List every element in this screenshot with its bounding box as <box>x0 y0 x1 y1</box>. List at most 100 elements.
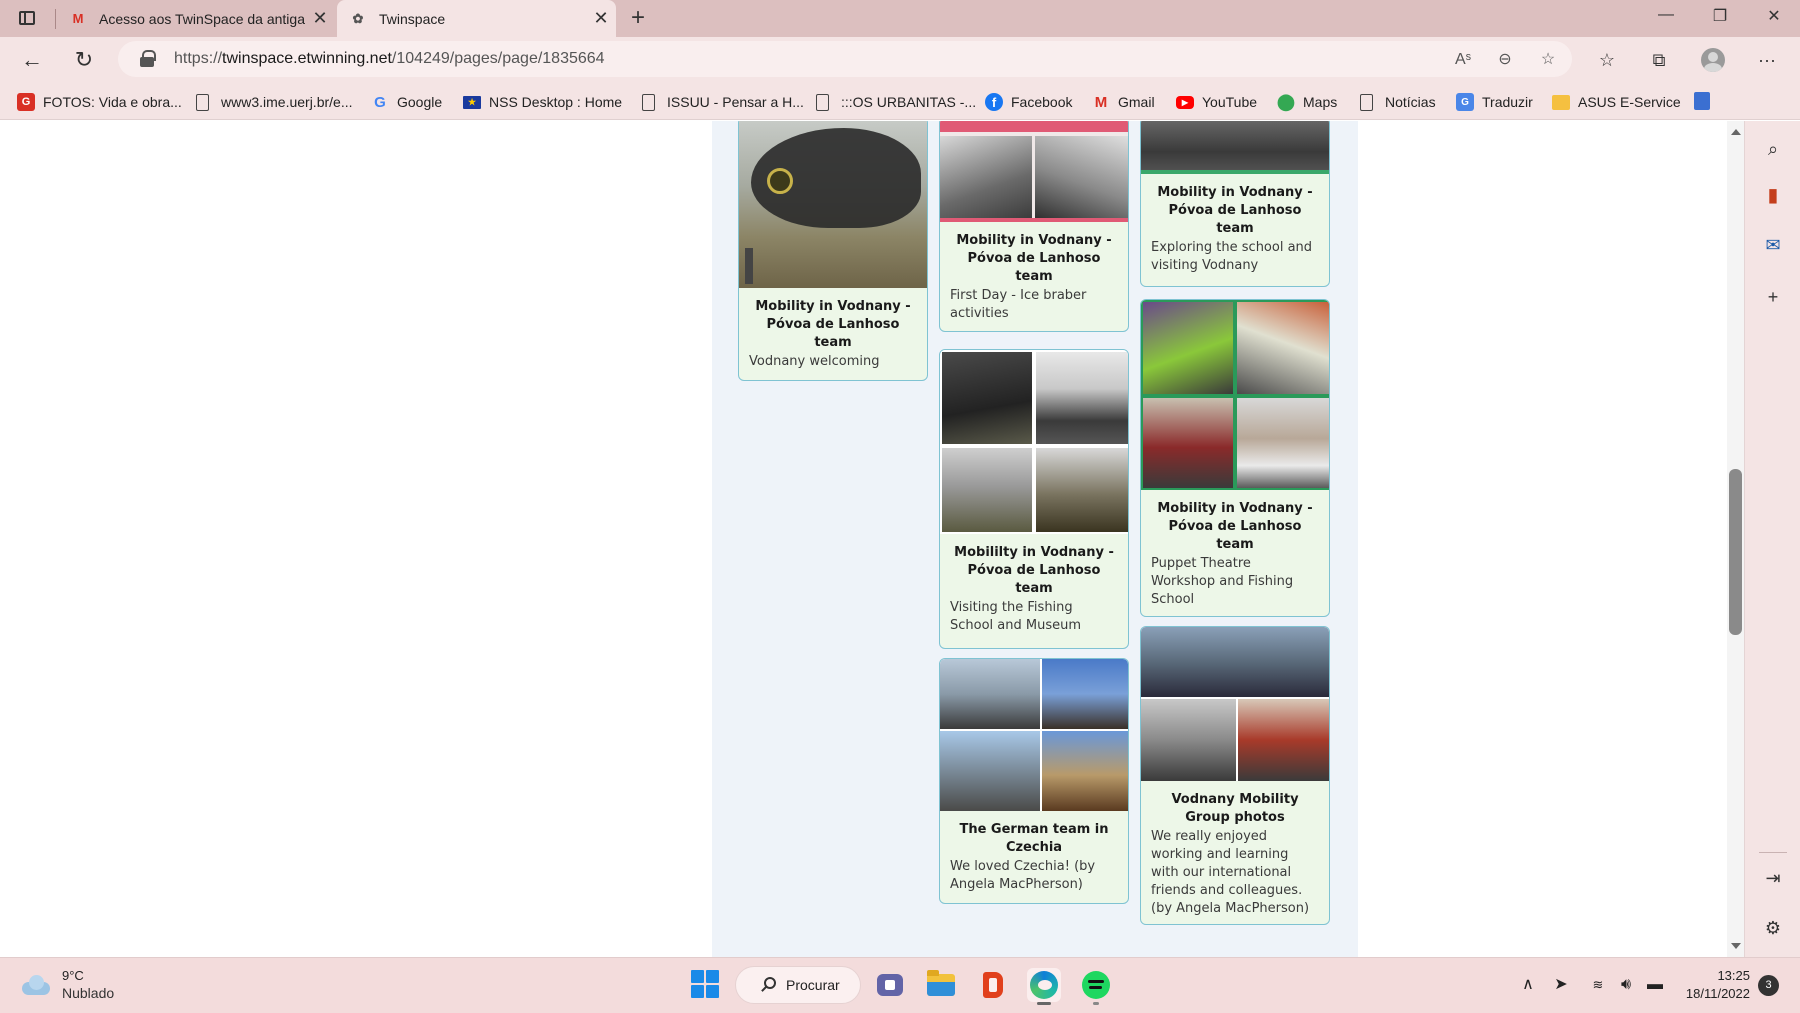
page-viewport: Mobility in Vodnany - Póvoa de Lanhoso t… <box>0 121 1744 957</box>
weather-widget[interactable]: 9°C Nublado <box>20 968 114 1001</box>
close-tab-icon[interactable]: ✕ <box>586 8 616 29</box>
gallery-photo[interactable] <box>940 121 1128 222</box>
gallery-photo[interactable] <box>1141 300 1329 490</box>
gallery-photo[interactable] <box>940 350 1128 534</box>
computer-lab-photo <box>1035 136 1128 220</box>
sidebar-divider <box>1759 852 1787 853</box>
gallery-card[interactable]: Vodnany Mobility Group photos We really … <box>1140 626 1330 925</box>
office-app-icon[interactable] <box>976 968 1010 1002</box>
read-aloud-icon[interactable]: Aˢ <box>1452 49 1474 71</box>
page-icon <box>816 93 829 111</box>
url-text[interactable]: https://twinspace.etwinning.net/104249/p… <box>174 50 605 68</box>
school-entrance-photo <box>1141 699 1236 781</box>
page-scrollbar[interactable] <box>1727 121 1744 957</box>
close-tab-icon[interactable]: ✕ <box>305 8 335 29</box>
gallery-card[interactable]: Mobililty in Vodnany - Póvoa de Lanhoso … <box>939 349 1129 649</box>
more-options-icon[interactable]: ··· <box>1754 47 1780 73</box>
sign-post <box>745 248 753 284</box>
cloud-icon <box>20 974 52 996</box>
favorite-noticias[interactable]: Notícias <box>1360 91 1436 113</box>
favorites-icon[interactable]: ☆ <box>1594 47 1620 73</box>
address-bar[interactable]: https://twinspace.etwinning.net/104249/p… <box>118 41 1572 77</box>
restore-icon[interactable]: ❐ <box>1700 6 1740 32</box>
gallery-photo[interactable] <box>1141 627 1329 781</box>
twinspace-icon: ✿ <box>352 10 364 26</box>
edge-browser-icon[interactable] <box>1027 968 1061 1005</box>
tab-actions-icon[interactable] <box>16 8 38 28</box>
search-icon[interactable]: ⌕ <box>1761 137 1785 161</box>
gallery-card[interactable]: Mobility in Vodnany - Póvoa de Lanhoso t… <box>738 121 928 381</box>
new-tab-icon[interactable]: + <box>624 4 652 32</box>
folder-icon <box>1552 94 1570 110</box>
taskbar-search[interactable]: Procurar <box>735 966 861 1004</box>
gallery-card[interactable]: Mobility in Vodnany - Póvoa de Lanhoso t… <box>1140 299 1330 617</box>
gallery-photo[interactable] <box>1141 121 1329 174</box>
spotify-icon[interactable] <box>1079 968 1113 1005</box>
scroll-up-icon[interactable] <box>1731 129 1741 135</box>
favorite-youtube[interactable]: ▶ YouTube <box>1176 91 1257 113</box>
favorite-gmail[interactable]: M Gmail <box>1092 91 1155 113</box>
taskbar-clock[interactable]: 13:25 18/11/2022 <box>1680 967 1750 1003</box>
close-window-icon[interactable]: ✕ <box>1754 6 1794 32</box>
favorite-traduzir[interactable]: G Traduzir <box>1456 91 1533 113</box>
road-walk-photo <box>942 448 1032 532</box>
gallery-photo[interactable] <box>739 121 927 288</box>
photo-banner <box>940 121 1128 132</box>
chevron-up-icon[interactable]: ∧ <box>1516 974 1540 996</box>
favorite-fotos[interactable]: G FOTOS: Vida e obra... <box>17 91 182 113</box>
outlook-icon[interactable]: ✉ <box>1761 233 1785 257</box>
tab-strip: M Acesso aos TwinSpace da antiga ✕ ✿ Twi… <box>0 0 1800 37</box>
wifi-icon[interactable]: ≋ <box>1586 974 1610 996</box>
favorite-facebook[interactable]: f Facebook <box>985 91 1072 113</box>
other-favorites-icon[interactable] <box>1694 92 1710 110</box>
volume-icon[interactable]: 🔊︎ <box>1614 974 1638 996</box>
add-sidebar-app-icon[interactable]: + <box>1761 285 1785 309</box>
favorite-asus-eservice[interactable]: ASUS E-Service <box>1552 91 1681 113</box>
lock-icon[interactable] <box>140 50 156 67</box>
gallery-card[interactable]: Mobility in Vodnany - Póvoa de Lanhoso t… <box>939 121 1129 332</box>
maps-icon: ⬤ <box>1277 94 1295 111</box>
settings-gear-icon[interactable]: ⚙ <box>1761 916 1785 940</box>
favorite-issuu[interactable]: ISSUU - Pensar a H... <box>642 91 804 113</box>
zoom-out-icon[interactable]: ⊖ <box>1494 49 1516 71</box>
profile-avatar[interactable] <box>1701 48 1725 72</box>
weather-condition: Nublado <box>62 985 115 1001</box>
tab-gmail[interactable]: M Acesso aos TwinSpace da antiga ✕ <box>57 0 335 37</box>
scrollbar-thumb[interactable] <box>1729 469 1742 635</box>
gallery-photo[interactable] <box>940 659 1128 811</box>
office-icon[interactable]: ▮ <box>1761 183 1785 207</box>
card-description: We really enjoyed working and learning w… <box>1151 829 1310 916</box>
favorite-nss-desktop[interactable]: ★ NSS Desktop : Home <box>463 91 622 113</box>
favorites-bar: G FOTOS: Vida e obra... www3.ime.uerj.br/… <box>0 83 1800 120</box>
gallery-card[interactable]: The German team in Czechia We loved Czec… <box>939 658 1129 904</box>
back-icon[interactable]: ← <box>17 45 47 75</box>
refresh-icon[interactable]: ↻ <box>69 45 99 75</box>
minimize-icon[interactable]: — <box>1646 6 1686 32</box>
twinspace-page-column: Mobility in Vodnany - Póvoa de Lanhoso t… <box>712 121 1358 957</box>
page-icon <box>1360 93 1373 111</box>
windows-start-icon[interactable] <box>691 970 719 998</box>
notification-badge[interactable]: 3 <box>1758 975 1779 996</box>
card-title: Mobility in Vodnany - Póvoa de Lanhoso t… <box>956 233 1112 284</box>
teams-chat-icon[interactable] <box>873 968 907 1002</box>
group-outdoor-photo <box>1036 352 1128 444</box>
hide-sidebar-icon[interactable]: ⇥ <box>1761 866 1785 890</box>
favorite-os-urbanitas[interactable]: :::OS URBANITAS -... <box>816 91 976 113</box>
favorite-google[interactable]: G Google <box>371 91 442 113</box>
card-description: We loved Czechia! (by Angela MacPherson) <box>950 859 1096 892</box>
file-explorer-icon[interactable] <box>924 968 958 1002</box>
card-description: Vodnany welcoming <box>749 354 880 369</box>
collections-icon[interactable]: ⧉ <box>1646 47 1672 73</box>
favorite-ime-uerj[interactable]: www3.ime.uerj.br/e... <box>196 91 352 113</box>
gallery-card[interactable]: Mobility in Vodnany - Póvoa de Lanhoso t… <box>1140 121 1330 287</box>
location-arrow-icon[interactable]: ➤ <box>1549 974 1573 996</box>
eu-flag-icon: ★ <box>463 95 481 109</box>
card-title: Mobility in Vodnany - Póvoa de Lanhoso t… <box>755 299 911 350</box>
clock-date: 18/11/2022 <box>1685 986 1750 1001</box>
add-favorite-icon[interactable]: ☆ <box>1537 49 1559 71</box>
tab-title: Acesso aos TwinSpace da antiga <box>99 10 305 27</box>
tab-twinspace[interactable]: ✿ Twinspace ✕ <box>337 0 616 37</box>
battery-icon[interactable]: ▬ <box>1643 974 1667 996</box>
scroll-down-icon[interactable] <box>1731 943 1741 949</box>
favorite-maps[interactable]: ⬤ Maps <box>1277 91 1337 113</box>
